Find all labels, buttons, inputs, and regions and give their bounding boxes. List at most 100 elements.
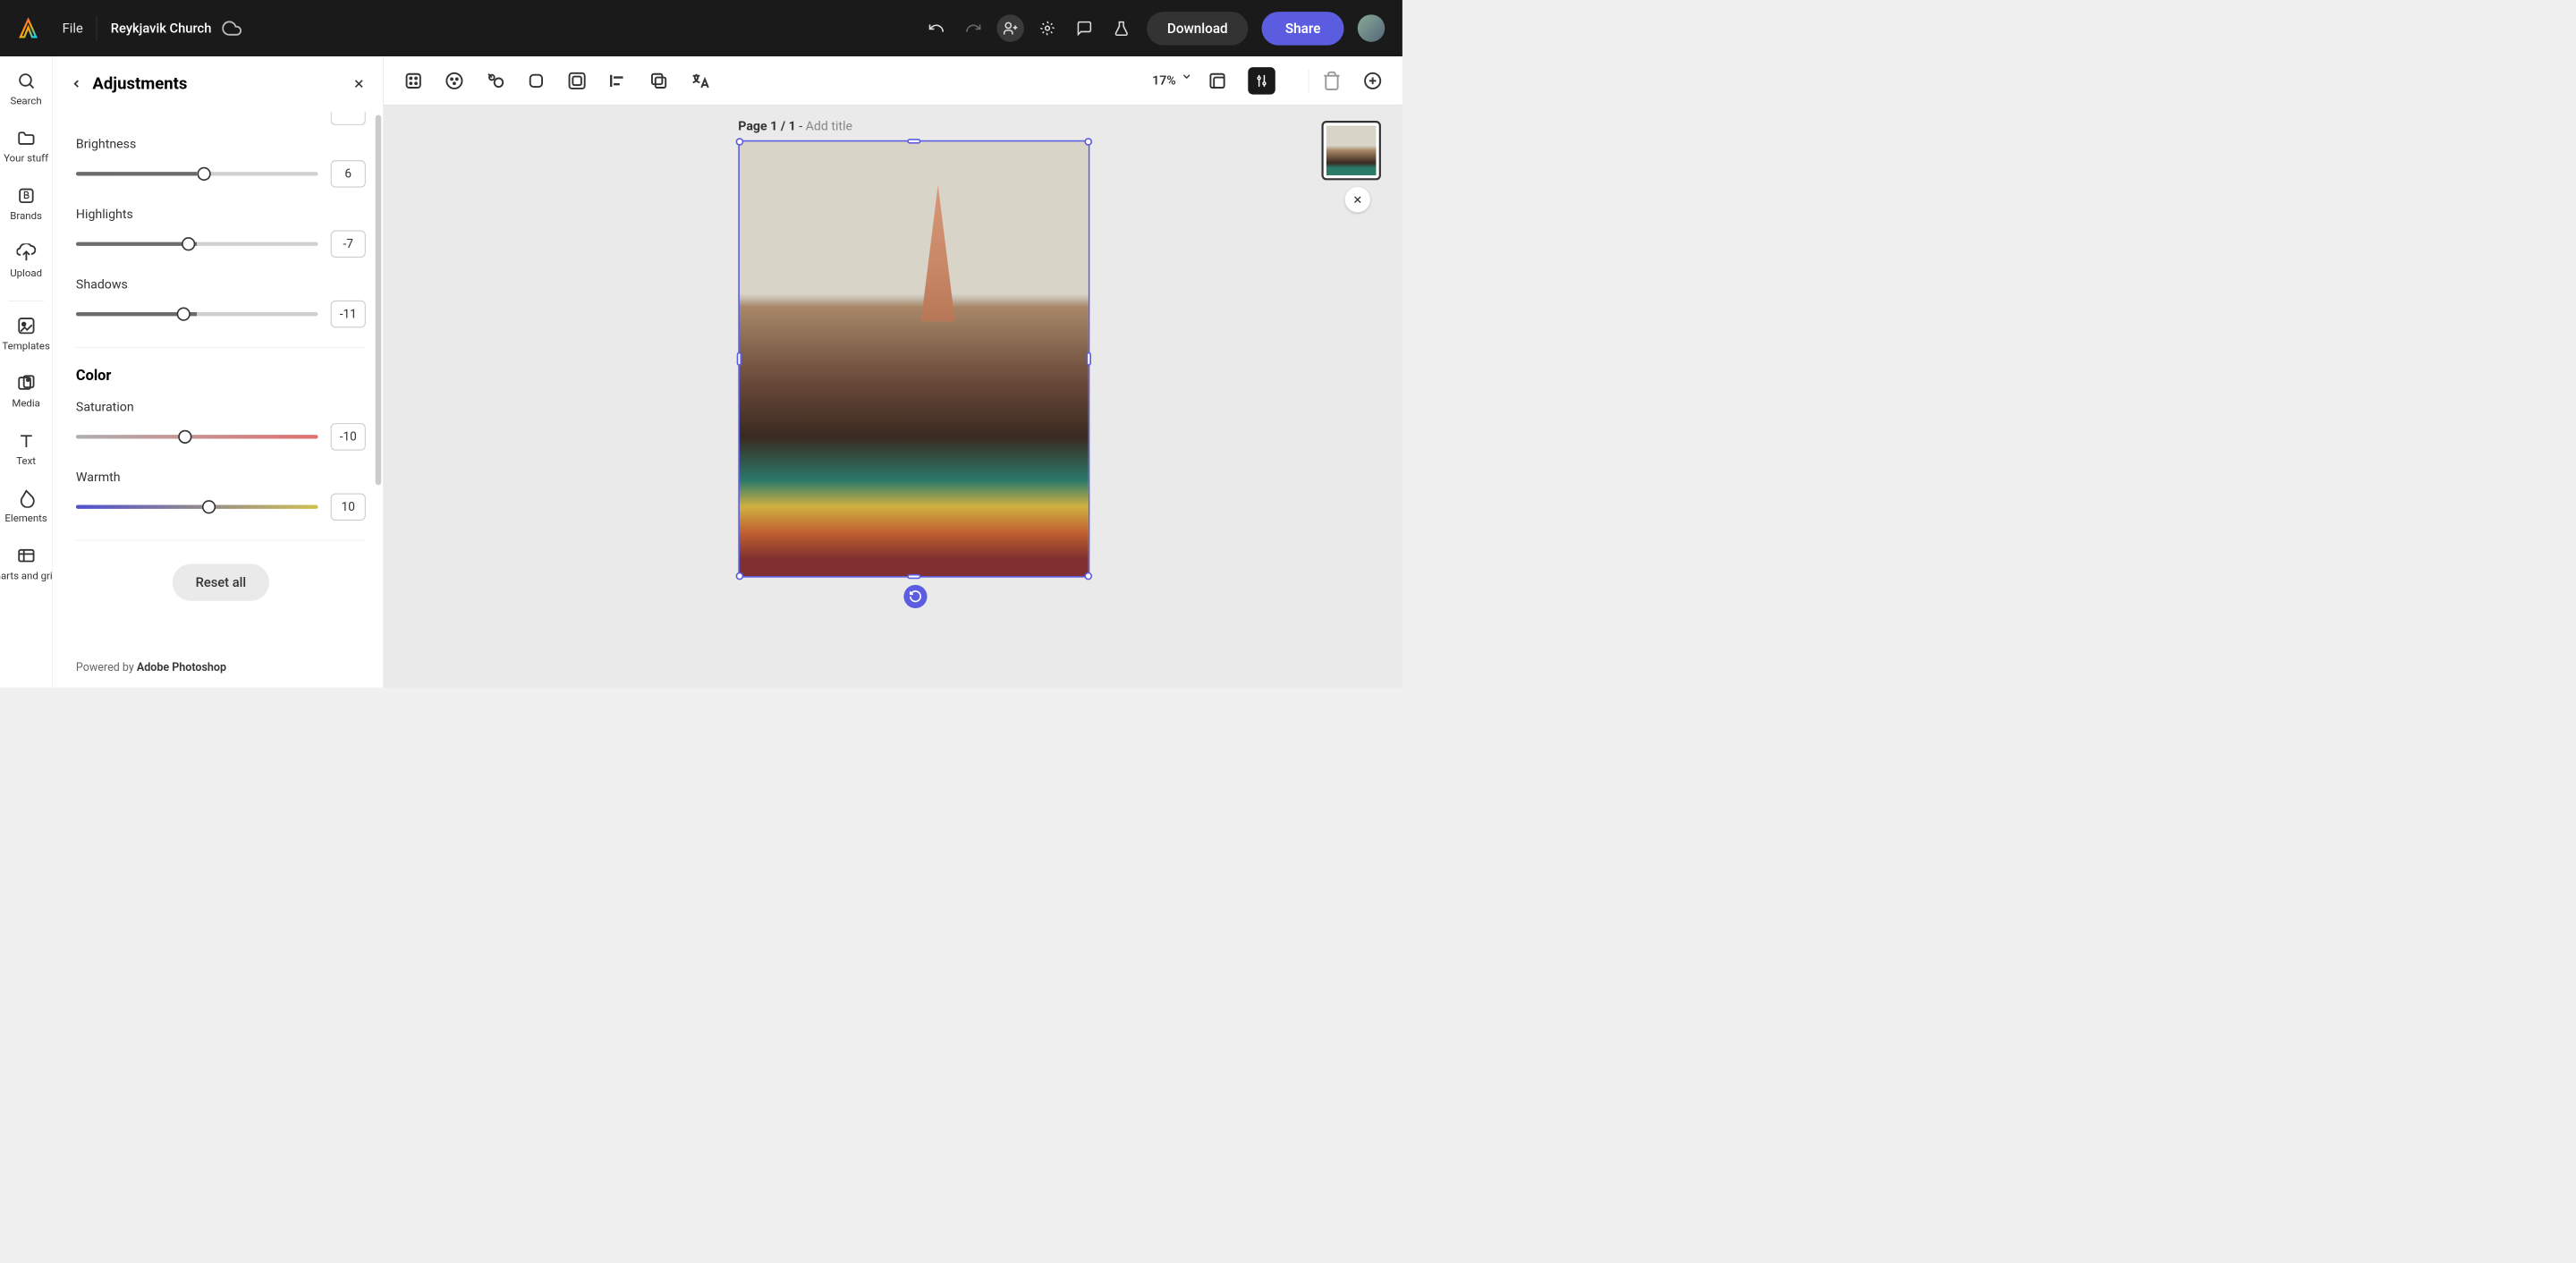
rail-text[interactable]: Text [0, 431, 52, 467]
crop-icon[interactable] [403, 71, 424, 91]
adjustments-panel: Adjustments Brightness 6 Highlights -7 [53, 56, 384, 688]
rail-upload[interactable]: Upload [0, 243, 52, 279]
canvas-area: 17% Page 1 / 1 - Add title [384, 56, 1402, 688]
rail-label: Search [11, 96, 42, 107]
add-title-prompt[interactable]: Add title [806, 119, 852, 133]
undo-button[interactable] [923, 14, 950, 41]
highlights-value[interactable]: -7 [331, 231, 366, 258]
shadows-label: Shadows [76, 277, 366, 292]
left-rail: Search Your stuff Brands Upload Template… [0, 56, 53, 688]
thumbnail-preview [1326, 125, 1377, 175]
rail-label: Elements [4, 513, 47, 524]
section-divider [76, 347, 366, 348]
saturation-slider[interactable] [76, 435, 318, 438]
shadows-row: Shadows -11 [76, 277, 366, 328]
comments-icon[interactable] [1071, 14, 1097, 41]
beaker-icon[interactable] [1107, 14, 1134, 41]
rail-label: Upload [10, 267, 42, 279]
layers-icon[interactable] [1208, 71, 1228, 91]
page-label[interactable]: Page 1 / 1 - Add title [738, 119, 852, 133]
app-header: File Reykjavik Church Download Share [0, 0, 1402, 56]
image-content [740, 141, 1089, 576]
remove-bg-icon[interactable] [485, 71, 505, 91]
highlights-slider[interactable] [76, 242, 318, 246]
folder-icon [16, 129, 36, 148]
reset-all-button[interactable]: Reset all [172, 564, 269, 600]
resize-handle-b[interactable] [907, 574, 920, 579]
page-number: Page 1 / 1 [738, 119, 795, 133]
help-icon[interactable] [1034, 14, 1061, 41]
brightness-label: Brightness [76, 137, 366, 151]
align-icon[interactable] [607, 71, 628, 91]
cloud-sync-icon[interactable] [222, 19, 242, 38]
resize-handle-bl[interactable] [736, 572, 744, 581]
rail-charts[interactable]: Charts and grids [0, 546, 52, 581]
rail-brands[interactable]: Brands [0, 186, 52, 222]
warmth-slider[interactable] [76, 505, 318, 509]
download-button[interactable]: Download [1147, 12, 1248, 46]
templates-icon [16, 316, 36, 335]
rail-elements[interactable]: Elements [0, 488, 52, 524]
grid-icon [16, 546, 36, 565]
resize-handle-r[interactable] [1087, 352, 1091, 366]
media-icon [16, 374, 36, 394]
zoom-dropdown-icon[interactable] [1181, 71, 1192, 91]
resize-handle-t[interactable] [907, 139, 920, 143]
saturation-value[interactable]: -10 [331, 423, 366, 450]
rail-label: Text [16, 455, 36, 467]
rail-search[interactable]: Search [0, 71, 52, 106]
adjust-toggle-icon[interactable] [1248, 67, 1275, 94]
effects-icon[interactable] [444, 71, 464, 91]
rail-label: Media [12, 398, 39, 410]
rail-your-stuff[interactable]: Your stuff [0, 129, 52, 165]
resize-handle-br[interactable] [1084, 572, 1092, 581]
mask-icon[interactable] [567, 71, 588, 91]
search-icon [16, 71, 36, 90]
panel-scrollbar[interactable] [376, 114, 382, 485]
selected-image[interactable] [738, 140, 1089, 578]
panel-title: Adjustments [92, 74, 352, 94]
warmth-label: Warmth [76, 470, 366, 484]
shadows-slider[interactable] [76, 312, 318, 316]
redo-button[interactable] [960, 14, 987, 41]
file-menu[interactable]: File [63, 21, 83, 36]
elements-icon [16, 488, 36, 508]
brand-icon [16, 186, 36, 206]
revert-button[interactable] [903, 585, 927, 608]
user-avatar[interactable] [1358, 14, 1385, 41]
shadows-value[interactable]: -11 [331, 301, 366, 327]
upload-icon [16, 243, 36, 263]
rail-label: Templates [2, 341, 49, 352]
page-thumbnail[interactable] [1322, 121, 1381, 180]
resize-handle-tl[interactable] [736, 138, 744, 146]
brightness-slider[interactable] [76, 172, 318, 175]
opacity-icon[interactable] [526, 71, 547, 91]
rail-label: Charts and grids [0, 570, 53, 581]
rail-templates[interactable]: Templates [0, 316, 52, 352]
highlights-label: Highlights [76, 207, 366, 221]
rail-label: Your stuff [4, 153, 48, 165]
saturation-label: Saturation [76, 400, 366, 414]
resize-handle-l[interactable] [737, 352, 741, 366]
duplicate-icon[interactable] [648, 71, 669, 91]
text-icon [16, 431, 36, 451]
panel-close-button[interactable] [352, 77, 366, 90]
brightness-value[interactable]: 6 [331, 160, 366, 187]
resize-handle-tr[interactable] [1084, 138, 1092, 146]
translate-icon[interactable] [690, 71, 710, 91]
context-toolbar: 17% [384, 56, 1402, 105]
delete-icon[interactable] [1322, 71, 1343, 91]
panel-back-button[interactable] [70, 78, 82, 90]
share-button[interactable]: Share [1262, 12, 1344, 46]
invite-button[interactable] [996, 14, 1023, 41]
adobe-logo[interactable] [18, 18, 39, 39]
add-page-icon[interactable] [1362, 71, 1383, 91]
section-divider [76, 540, 366, 541]
rail-media[interactable]: Media [0, 374, 52, 410]
zoom-level[interactable]: 17% [1152, 73, 1176, 88]
document-title[interactable]: Reykjavik Church [111, 21, 212, 36]
powered-by: Powered by Adobe Photoshop [53, 661, 226, 684]
warmth-row: Warmth 10 [76, 470, 366, 521]
warmth-value[interactable]: 10 [331, 493, 366, 520]
thumbnail-close-button[interactable] [1345, 187, 1370, 212]
